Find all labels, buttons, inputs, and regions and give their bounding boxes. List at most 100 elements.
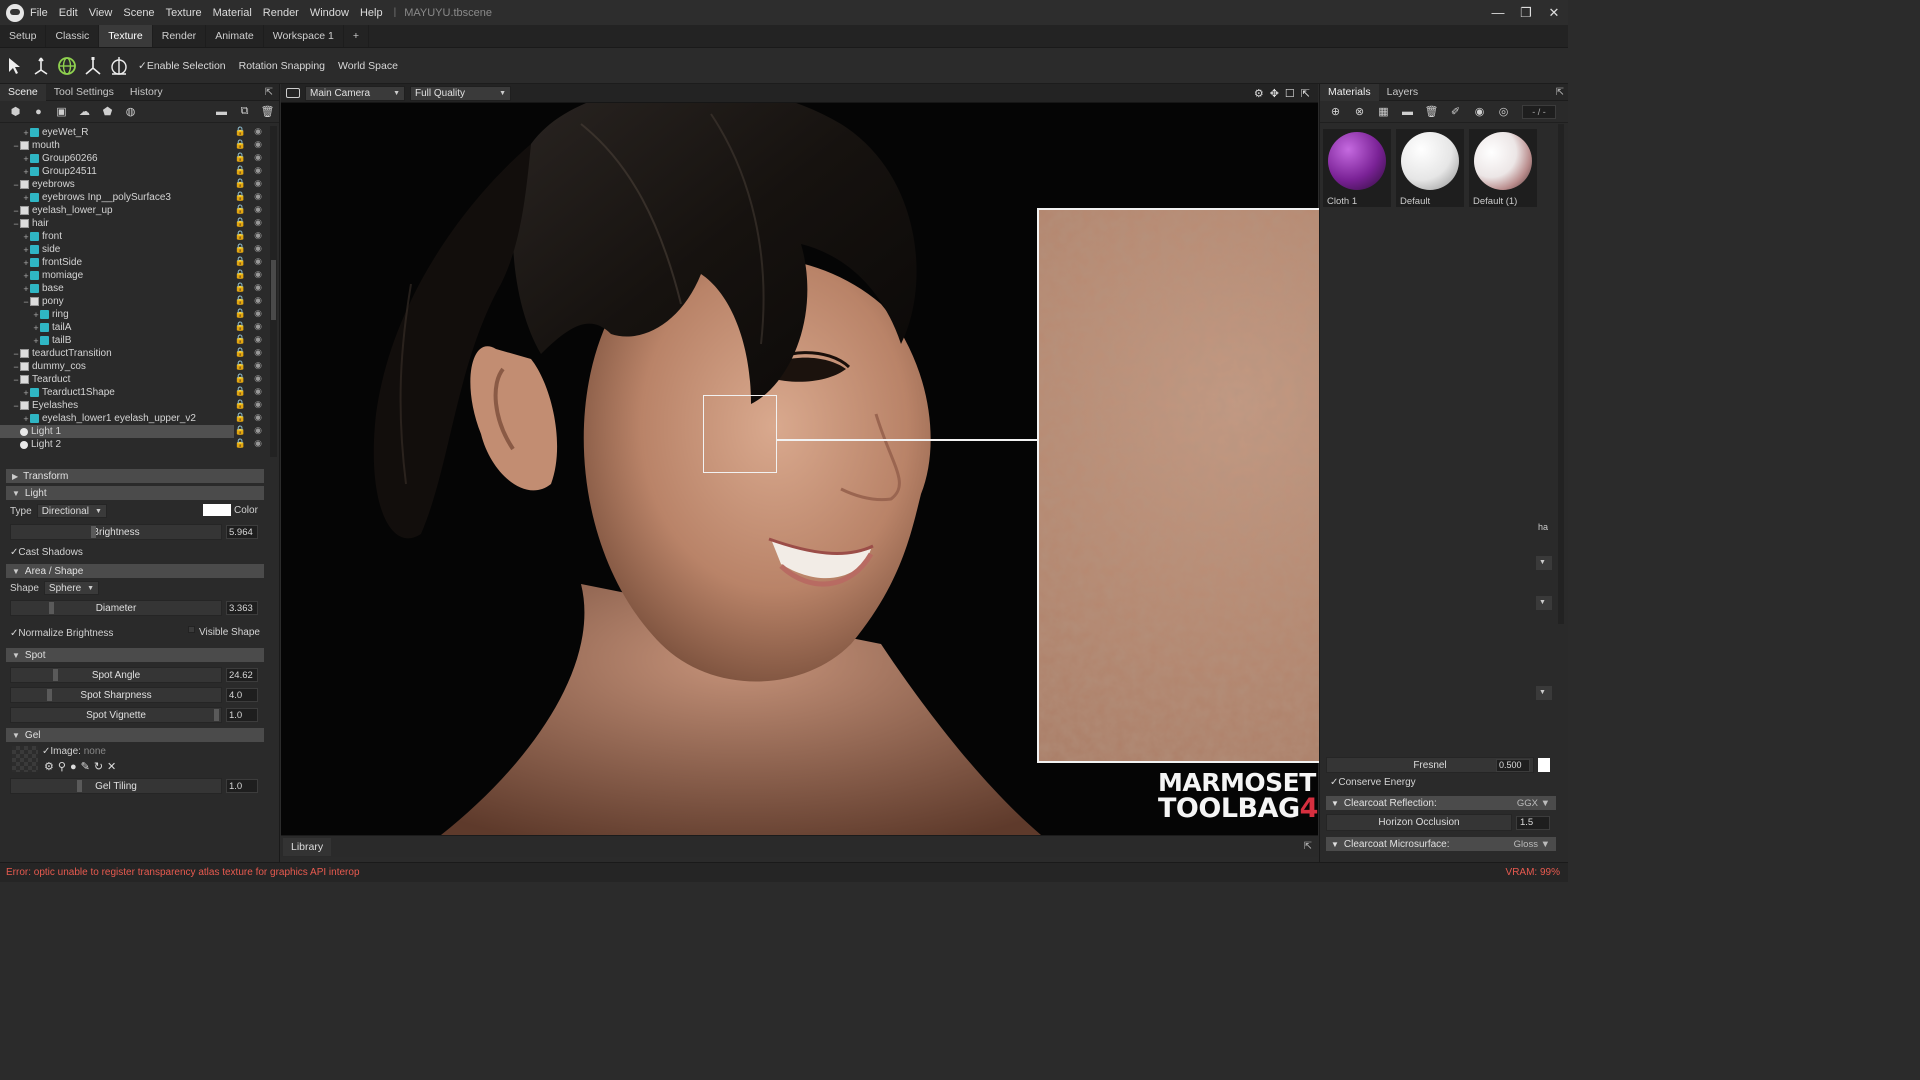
spot-vignette-slider[interactable]: Spot Vignette — [10, 707, 222, 723]
scene-tree-item[interactable]: − tearductTransition 🔒 ◉ — [0, 347, 270, 360]
area-shape-section-header[interactable]: ▼ Area / Shape — [6, 564, 264, 578]
select-tool-icon[interactable] — [4, 55, 26, 77]
browse-icon[interactable]: ● — [70, 761, 81, 773]
expand-toggle-icon[interactable]: − — [22, 297, 30, 307]
slider-knob[interactable] — [77, 780, 82, 792]
maximize-button[interactable]: ❐ — [1512, 5, 1540, 21]
scene-tree-item[interactable]: + Tearduct1Shape 🔒 ◉ — [0, 386, 270, 399]
tab-scene[interactable]: Scene — [0, 83, 46, 101]
expand-toggle-icon[interactable]: + — [22, 388, 30, 398]
visibility-eye-icon[interactable]: ◉ — [254, 165, 262, 176]
visibility-eye-icon[interactable]: ◉ — [254, 126, 262, 137]
menu-render[interactable]: Render — [263, 7, 299, 19]
expand-toggle-icon[interactable]: − — [12, 375, 20, 385]
undock-icon[interactable]: ⇱ — [1304, 841, 1312, 852]
rotate-tool-icon[interactable] — [56, 55, 78, 77]
expand-toggle-icon[interactable]: + — [22, 232, 30, 242]
lock-icon[interactable]: 🔒 — [235, 282, 246, 293]
material-thumbnail[interactable]: Default — [1396, 129, 1464, 207]
tab-tool-settings[interactable]: Tool Settings — [46, 84, 122, 101]
add-camera-icon[interactable]: ▣ — [50, 105, 73, 119]
lock-icon[interactable]: 🔒 — [235, 399, 246, 410]
scene-tree-item[interactable]: − eyebrows 🔒 ◉ — [0, 178, 270, 191]
tab-workspace-1[interactable]: Workspace 1 — [264, 25, 344, 47]
duplicate-icon[interactable]: ⧉ — [233, 105, 256, 119]
lock-icon[interactable]: 🔒 — [235, 412, 246, 423]
lock-icon[interactable]: 🔒 — [235, 126, 246, 137]
tab-animate[interactable]: Animate — [206, 25, 264, 47]
lock-icon[interactable]: 🔒 — [235, 386, 246, 397]
expand-toggle-icon[interactable]: + — [32, 323, 40, 333]
normalize-brightness-checkbox[interactable]: ✓Normalize Brightness — [10, 628, 113, 639]
visibility-eye-icon[interactable]: ◉ — [254, 334, 262, 345]
visibility-eye-icon[interactable]: ◉ — [254, 399, 262, 410]
frame-icon[interactable]: ☐ — [1285, 87, 1295, 100]
menu-window[interactable]: Window — [310, 7, 349, 19]
conserve-energy-checkbox[interactable]: ✓Conserve Energy — [1330, 777, 1416, 788]
tab-texture[interactable]: Texture — [99, 25, 153, 47]
refresh-icon[interactable]: ↻ — [94, 761, 107, 773]
clearcoat-microsurface-header[interactable]: ▼ Clearcoat Microsurface: Gloss ▼ — [1326, 837, 1556, 851]
enable-selection-checkbox[interactable]: ✓Enable Selection — [138, 60, 226, 72]
gear-icon[interactable]: ⚙ — [44, 761, 58, 773]
gel-image-thumbnail[interactable] — [12, 746, 38, 772]
pivot-tool-icon[interactable] — [108, 55, 130, 77]
move-view-icon[interactable]: ✥ — [1270, 87, 1279, 100]
brightness-value-field[interactable]: 5.964 — [226, 525, 258, 539]
tab-materials[interactable]: Materials — [1320, 83, 1379, 101]
menu-scene[interactable]: Scene — [123, 7, 154, 19]
transform-section-header[interactable]: ▶ Transform — [6, 469, 264, 483]
material-thumbnail[interactable]: Cloth 1 — [1323, 129, 1391, 207]
brightness-slider[interactable]: Brightness — [10, 524, 222, 540]
slider-knob[interactable] — [47, 689, 52, 701]
expand-toggle-icon[interactable]: + — [22, 271, 30, 281]
visibility-eye-icon[interactable]: ◉ — [254, 191, 262, 202]
close-window-button[interactable]: ✕ — [1540, 5, 1568, 21]
visibility-eye-icon[interactable]: ◉ — [254, 269, 262, 280]
scene-tree-item[interactable]: + eyeWet_R 🔒 ◉ — [0, 126, 270, 139]
edit-icon[interactable]: ✎ — [81, 761, 94, 773]
visibility-eye-icon[interactable]: ◉ — [254, 178, 262, 189]
spot-vignette-value-field[interactable]: 1.0 — [226, 708, 258, 722]
spot-angle-slider[interactable]: Spot Angle — [10, 667, 222, 683]
lock-icon[interactable]: 🔒 — [235, 178, 246, 189]
expand-toggle-icon[interactable]: − — [12, 206, 20, 216]
expand-toggle-icon[interactable]: − — [12, 401, 20, 411]
scene-tree-item[interactable]: + ring 🔒 ◉ — [0, 308, 270, 321]
dropdown-partial[interactable]: ▼ — [1536, 686, 1552, 700]
expand-toggle-icon[interactable]: + — [22, 193, 30, 203]
new-folder-icon[interactable]: ▬ — [210, 105, 233, 119]
shape-dropdown[interactable]: Sphere ▼ — [43, 581, 100, 595]
scene-tree-item[interactable]: + base 🔒 ◉ — [0, 282, 270, 295]
expand-toggle-icon[interactable]: − — [12, 180, 20, 190]
search-icon[interactable]: ⚲ — [58, 761, 70, 773]
add-material-icon[interactable]: ⊕ — [1324, 105, 1347, 119]
tab-history[interactable]: History — [122, 84, 171, 101]
visibility-eye-icon[interactable]: ◉ — [254, 282, 262, 293]
scene-tree-item[interactable]: + tailB 🔒 ◉ — [0, 334, 270, 347]
add-turntable-icon[interactable]: ◍ — [119, 105, 142, 119]
tab-library[interactable]: Library — [283, 837, 332, 856]
expand-toggle-icon[interactable]: − — [12, 349, 20, 359]
scene-tree-item[interactable]: + eyelash_lower1 eyelash_upper_v2 🔒 ◉ — [0, 412, 270, 425]
scale-tool-icon[interactable] — [82, 55, 104, 77]
spot-sharpness-value-field[interactable]: 4.0 — [226, 688, 258, 702]
scene-tree-item[interactable]: + eyebrows Inp__polySurface3 🔒 ◉ — [0, 191, 270, 204]
lock-icon[interactable]: 🔒 — [235, 204, 246, 215]
clearcoat-reflection-mode-dropdown[interactable]: GGX ▼ — [1517, 798, 1550, 809]
scene-tree-item[interactable]: + momiage 🔒 ◉ — [0, 269, 270, 282]
clearcoat-microsurface-mode-dropdown[interactable]: Gloss ▼ — [1514, 839, 1550, 850]
gel-section-header[interactable]: ▼ Gel — [6, 728, 264, 742]
visibility-eye-icon[interactable]: ◉ — [254, 152, 262, 163]
expand-toggle-icon[interactable]: + — [22, 245, 30, 255]
dropdown-partial[interactable]: ▼ — [1536, 556, 1552, 570]
scene-tree-item[interactable]: + frontSide 🔒 ◉ — [0, 256, 270, 269]
scene-tree-item[interactable]: − mouth 🔒 ◉ — [0, 139, 270, 152]
dropdown-partial[interactable]: ▼ — [1536, 596, 1552, 610]
scene-tree-item[interactable]: − dummy_cos 🔒 ◉ — [0, 360, 270, 373]
visibility-eye-icon[interactable]: ◉ — [254, 438, 262, 449]
menu-view[interactable]: View — [89, 7, 113, 19]
world-space-checkbox[interactable]: World Space — [338, 60, 398, 72]
duplicate-material-icon[interactable]: ⊗ — [1348, 105, 1371, 119]
light-section-header[interactable]: ▼ Light — [6, 486, 264, 500]
